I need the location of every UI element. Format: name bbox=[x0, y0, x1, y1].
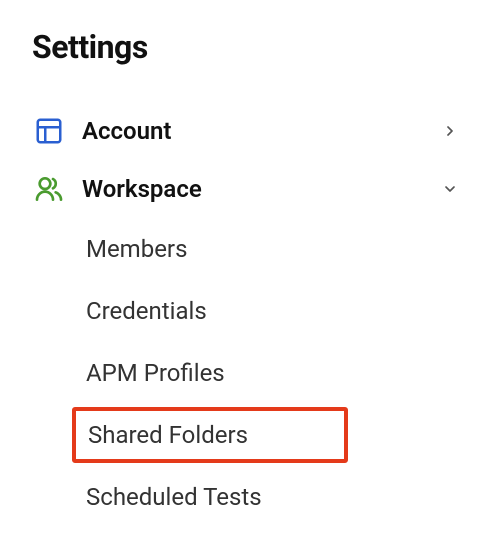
users-icon bbox=[32, 172, 66, 206]
sidebar-item-shared-folders[interactable]: Shared Folders bbox=[86, 404, 500, 466]
sidebar-item-label: Shared Folders bbox=[88, 421, 248, 449]
layout-icon bbox=[32, 114, 66, 148]
nav-item-label: Account bbox=[82, 117, 440, 145]
workspace-sublist: Members Credentials APM Profiles Shared … bbox=[32, 218, 500, 528]
sidebar-item-label: Credentials bbox=[86, 297, 207, 325]
sidebar-item-label: Members bbox=[86, 235, 187, 263]
sidebar-item-credentials[interactable]: Credentials bbox=[86, 280, 500, 342]
nav-item-account[interactable]: Account bbox=[32, 102, 500, 160]
sidebar-item-scheduled-tests[interactable]: Scheduled Tests bbox=[86, 466, 500, 528]
page-title: Settings bbox=[32, 28, 500, 66]
nav-item-label: Workspace bbox=[82, 175, 440, 203]
chevron-down-icon bbox=[440, 179, 460, 199]
nav-item-workspace[interactable]: Workspace bbox=[32, 160, 500, 218]
sidebar-item-apm-profiles[interactable]: APM Profiles bbox=[86, 342, 500, 404]
sidebar-item-label: Scheduled Tests bbox=[86, 483, 262, 511]
sidebar-item-members[interactable]: Members bbox=[86, 218, 500, 280]
sidebar-item-label: APM Profiles bbox=[86, 359, 225, 387]
chevron-right-icon bbox=[440, 121, 460, 141]
highlight-annotation: Shared Folders bbox=[72, 407, 348, 463]
